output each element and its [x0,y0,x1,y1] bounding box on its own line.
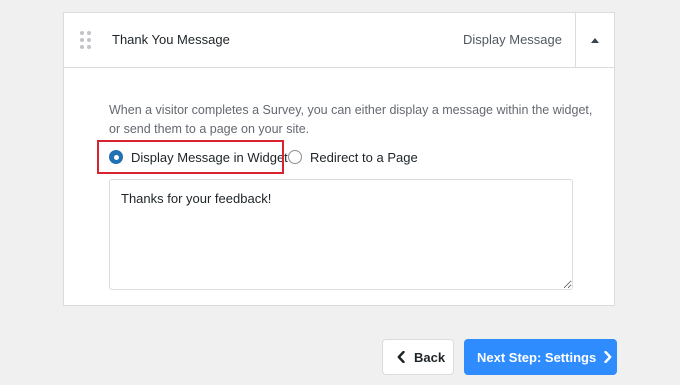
thank-you-message-textarea[interactable]: Thanks for your feedback! [109,179,573,290]
next-step-button[interactable]: Next Step: Settings [464,339,617,375]
radio-button-checked[interactable] [109,150,123,164]
description-line: When a visitor completes a Survey, you c… [109,103,593,117]
description-text: When a visitor completes a Survey, you c… [109,101,593,139]
chevron-left-icon [397,351,405,363]
radio-label: Redirect to a Page [310,149,418,165]
panel-subtitle: Display Message [463,32,562,47]
radio-display-message[interactable]: Display Message in Widget [109,147,288,167]
panel-header[interactable]: Thank You Message Display Message [64,13,614,68]
collapse-toggle-button[interactable] [575,13,614,67]
back-button[interactable]: Back [382,339,454,375]
radio-button-unchecked[interactable] [288,150,302,164]
description-line: or send them to a page on your site. [109,122,310,136]
panel-title: Thank You Message [112,32,230,47]
thank-you-message-panel: Thank You Message Display Message When a… [63,12,615,306]
radio-redirect-page[interactable]: Redirect to a Page [288,147,418,167]
radio-label: Display Message in Widget [131,149,288,165]
next-step-button-label: Next Step: Settings [477,349,597,365]
chevron-right-icon [604,351,612,363]
drag-handle-icon[interactable] [80,31,92,49]
caret-up-icon [591,37,599,43]
back-button-label: Back [414,349,446,365]
